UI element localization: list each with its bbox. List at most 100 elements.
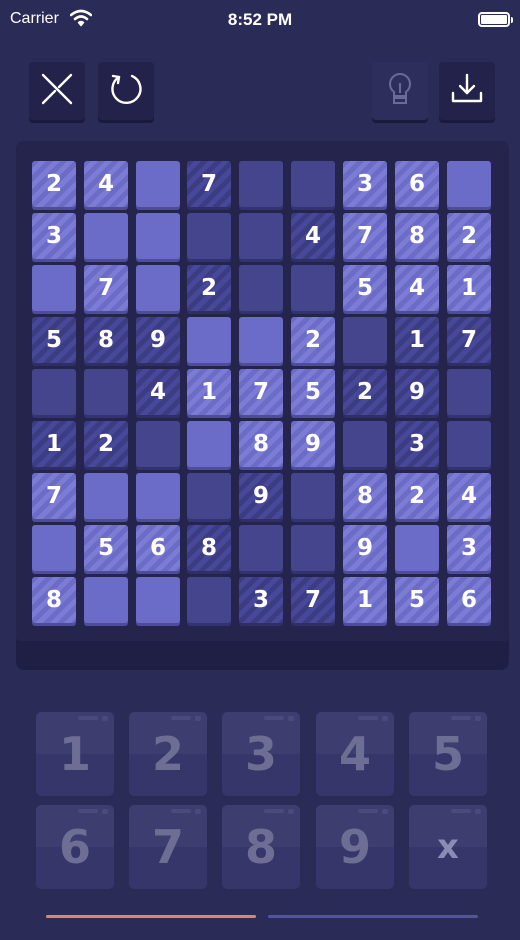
sudoku-cell[interactable]: 9 — [395, 369, 439, 415]
sudoku-cell[interactable]: 2 — [395, 473, 439, 519]
sudoku-cell[interactable]: 2 — [291, 317, 335, 363]
sudoku-cell[interactable] — [291, 161, 335, 207]
sudoku-cell[interactable]: 2 — [187, 265, 231, 311]
sudoku-cell[interactable] — [187, 473, 231, 519]
key-notch — [171, 716, 191, 720]
sudoku-cell[interactable]: 1 — [187, 369, 231, 415]
sudoku-cell[interactable] — [136, 577, 180, 623]
sudoku-cell[interactable]: 4 — [447, 473, 491, 519]
sudoku-cell[interactable] — [395, 525, 439, 571]
sudoku-cell[interactable]: 5 — [84, 525, 128, 571]
number-key-9[interactable]: 9 — [316, 805, 394, 889]
battery-icon — [478, 12, 513, 27]
sudoku-cell[interactable]: 6 — [447, 577, 491, 623]
sudoku-cell[interactable]: 4 — [136, 369, 180, 415]
sudoku-cell[interactable] — [239, 317, 283, 363]
sudoku-cell[interactable] — [136, 421, 180, 467]
number-key-2[interactable]: 2 — [129, 712, 207, 796]
sudoku-cell[interactable] — [239, 265, 283, 311]
sudoku-cell[interactable] — [291, 473, 335, 519]
sudoku-cell[interactable] — [187, 317, 231, 363]
tab-indicator-inactive[interactable] — [268, 915, 478, 918]
sudoku-cell[interactable]: 7 — [343, 213, 387, 259]
sudoku-cell[interactable] — [343, 317, 387, 363]
sudoku-cell[interactable] — [291, 525, 335, 571]
sudoku-cell[interactable] — [343, 421, 387, 467]
sudoku-cell[interactable] — [239, 161, 283, 207]
close-button[interactable] — [29, 62, 85, 120]
sudoku-cell[interactable]: 2 — [343, 369, 387, 415]
sudoku-cell[interactable]: 1 — [32, 421, 76, 467]
sudoku-cell[interactable]: 8 — [187, 525, 231, 571]
sudoku-cell[interactable]: 2 — [32, 161, 76, 207]
sudoku-cell[interactable] — [239, 525, 283, 571]
sudoku-cell[interactable]: 7 — [239, 369, 283, 415]
sudoku-cell[interactable] — [136, 213, 180, 259]
sudoku-cell[interactable]: 9 — [136, 317, 180, 363]
sudoku-cell[interactable] — [32, 369, 76, 415]
status-bar: Carrier 8:52 PM — [0, 0, 520, 40]
sudoku-cell[interactable]: 2 — [84, 421, 128, 467]
sudoku-cell[interactable] — [32, 525, 76, 571]
restart-button[interactable] — [98, 62, 154, 120]
sudoku-cell[interactable] — [32, 265, 76, 311]
sudoku-cell[interactable] — [447, 421, 491, 467]
number-key-3[interactable]: 3 — [222, 712, 300, 796]
sudoku-cell[interactable]: 5 — [291, 369, 335, 415]
sudoku-cell[interactable]: 3 — [343, 161, 387, 207]
sudoku-cell[interactable]: 9 — [291, 421, 335, 467]
sudoku-cell[interactable]: 1 — [447, 265, 491, 311]
sudoku-cell[interactable]: 5 — [343, 265, 387, 311]
sudoku-cell[interactable]: 8 — [84, 317, 128, 363]
sudoku-cell[interactable]: 1 — [395, 317, 439, 363]
hint-button[interactable] — [372, 62, 428, 120]
sudoku-cell[interactable]: 4 — [84, 161, 128, 207]
sudoku-cell[interactable]: 7 — [291, 577, 335, 623]
sudoku-cell[interactable] — [239, 213, 283, 259]
number-key-1[interactable]: 1 — [36, 712, 114, 796]
sudoku-cell[interactable]: 6 — [136, 525, 180, 571]
sudoku-cell[interactable]: 4 — [395, 265, 439, 311]
sudoku-cell[interactable]: 9 — [239, 473, 283, 519]
sudoku-cell[interactable]: 8 — [239, 421, 283, 467]
sudoku-cell[interactable]: 8 — [343, 473, 387, 519]
sudoku-cell[interactable] — [136, 473, 180, 519]
sudoku-cell[interactable] — [447, 161, 491, 207]
sudoku-cell[interactable]: 4 — [291, 213, 335, 259]
sudoku-cell[interactable] — [291, 265, 335, 311]
sudoku-cell[interactable]: 6 — [395, 161, 439, 207]
sudoku-cell[interactable]: 2 — [447, 213, 491, 259]
tab-indicator-active[interactable] — [46, 915, 256, 918]
sudoku-cell[interactable]: 9 — [343, 525, 387, 571]
sudoku-cell[interactable] — [187, 213, 231, 259]
number-key-4[interactable]: 4 — [316, 712, 394, 796]
sudoku-cell[interactable]: 7 — [447, 317, 491, 363]
sudoku-cell[interactable] — [136, 161, 180, 207]
sudoku-cell[interactable] — [187, 577, 231, 623]
number-key-5[interactable]: 5 — [409, 712, 487, 796]
sudoku-cell[interactable] — [187, 421, 231, 467]
sudoku-cell[interactable] — [84, 213, 128, 259]
number-key-6[interactable]: 6 — [36, 805, 114, 889]
sudoku-cell[interactable]: 1 — [343, 577, 387, 623]
sudoku-cell[interactable]: 8 — [32, 577, 76, 623]
clear-key[interactable]: x — [409, 805, 487, 889]
sudoku-cell[interactable] — [84, 473, 128, 519]
sudoku-cell[interactable]: 7 — [84, 265, 128, 311]
sudoku-cell[interactable] — [84, 369, 128, 415]
sudoku-cell[interactable] — [84, 577, 128, 623]
sudoku-cell[interactable]: 5 — [395, 577, 439, 623]
sudoku-cell[interactable]: 7 — [187, 161, 231, 207]
sudoku-cell[interactable]: 3 — [32, 213, 76, 259]
sudoku-cell[interactable]: 3 — [239, 577, 283, 623]
number-key-7[interactable]: 7 — [129, 805, 207, 889]
number-key-8[interactable]: 8 — [222, 805, 300, 889]
sudoku-cell[interactable]: 3 — [447, 525, 491, 571]
sudoku-cell[interactable] — [136, 265, 180, 311]
sudoku-cell[interactable]: 7 — [32, 473, 76, 519]
sudoku-cell[interactable]: 3 — [395, 421, 439, 467]
sudoku-cell[interactable] — [447, 369, 491, 415]
sudoku-cell[interactable]: 5 — [32, 317, 76, 363]
sudoku-cell[interactable]: 8 — [395, 213, 439, 259]
download-button[interactable] — [439, 62, 495, 120]
